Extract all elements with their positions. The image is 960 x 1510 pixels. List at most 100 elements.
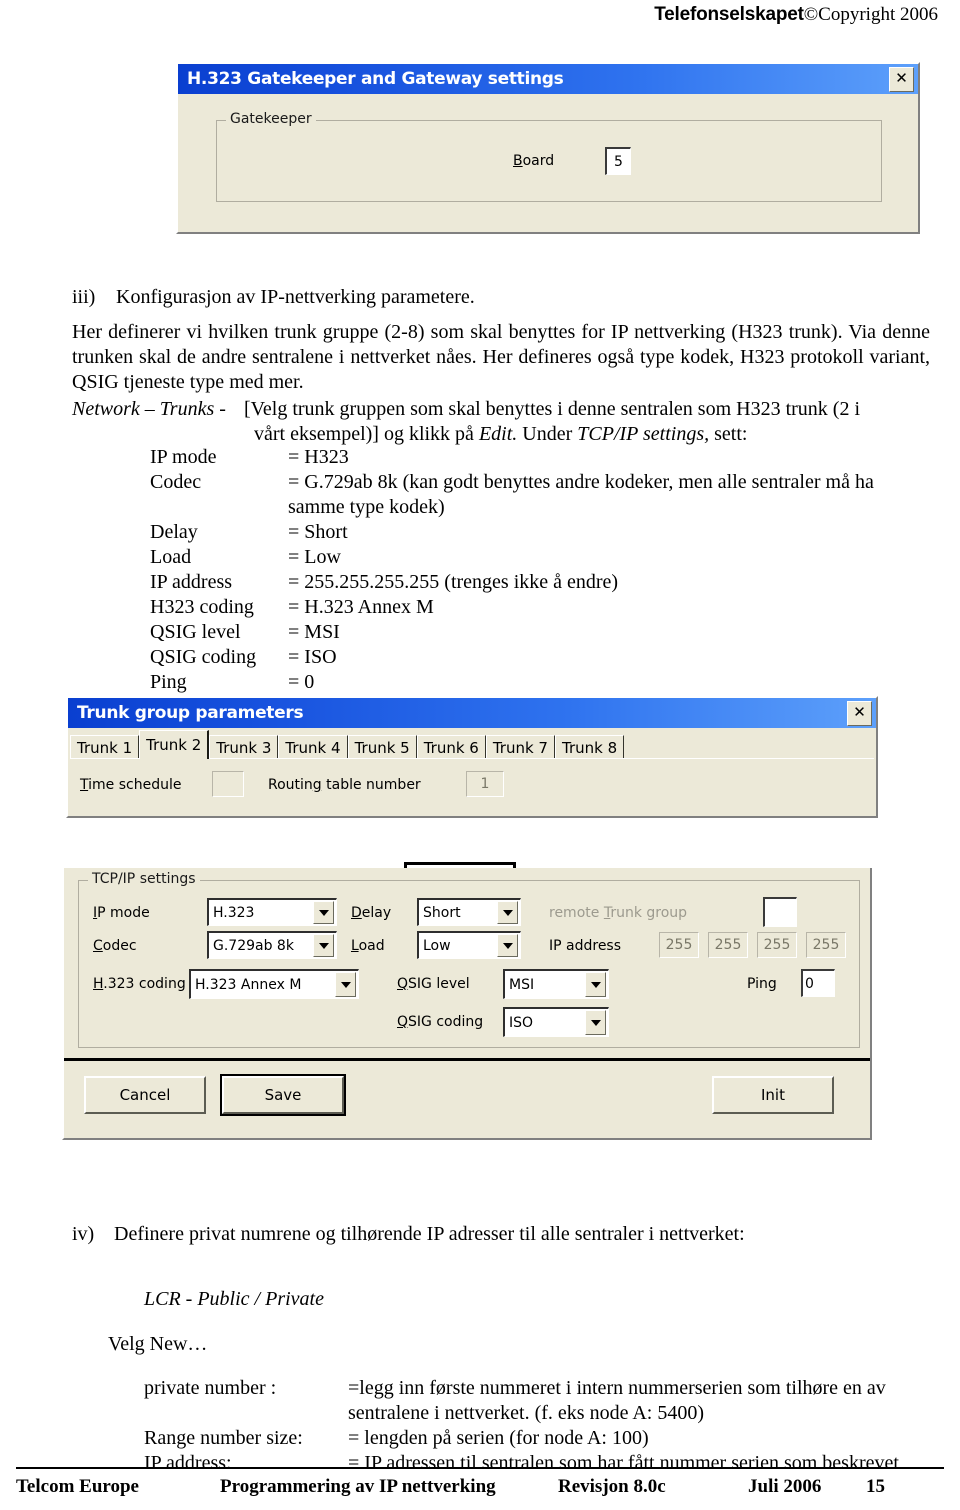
qsig-level-value: MSI: [509, 976, 535, 993]
list-item-key: private number :: [144, 1377, 277, 1399]
qsig-coding-label-text: SIG coding: [408, 1014, 484, 1030]
routing-table-input[interactable]: 1: [466, 771, 504, 797]
ip-address-octet-1[interactable]: 255: [659, 932, 699, 958]
section-iii-nav-line2: vårt eksempel)] og klikk på Edit. Under …: [254, 422, 934, 447]
param-key: Codec: [150, 471, 202, 493]
list-item: private number : =legg inn første nummer…: [144, 1376, 934, 1426]
ip-mode-select[interactable]: H.323: [207, 898, 337, 926]
close-icon[interactable]: ✕: [847, 701, 872, 726]
company-brand: Telefonselskapet: [654, 4, 804, 25]
param-value: = Low: [288, 546, 341, 568]
ping-label: Ping: [747, 976, 777, 992]
section-iii-marker: iii): [72, 286, 96, 308]
section-iii-heading: Konfigurasjon av IP-nettverking paramete…: [116, 286, 475, 308]
trunk-tab-page: Time schedule Routing table number 1: [70, 758, 874, 816]
gatekeeper-title: H.323 Gatekeeper and Gateway settings: [187, 69, 564, 89]
param-row: H323 coding = H.323 Annex M: [150, 595, 930, 620]
ip-address-octet-3[interactable]: 255: [757, 932, 797, 958]
param-key: QSIG coding: [150, 646, 257, 668]
board-input[interactable]: 5: [605, 147, 631, 175]
qsig-level-label: QSIG level: [397, 976, 470, 992]
tab-trunk-2[interactable]: Trunk 2: [139, 730, 210, 759]
ping-input[interactable]: 0: [801, 969, 835, 997]
nav-path: Network – Trunks -: [72, 398, 226, 420]
param-row: Delay = Short: [150, 520, 930, 545]
chevron-down-icon[interactable]: [585, 972, 606, 997]
param-key: H323 coding: [150, 596, 254, 618]
footer-date: Juli 2006: [748, 1476, 822, 1497]
codec-select[interactable]: G.729ab 8k: [207, 931, 337, 959]
param-row: IP address = 255.255.255.255 (trenges ik…: [150, 570, 930, 595]
chevron-down-icon[interactable]: [497, 934, 518, 957]
lcr-path: LCR - Public / Private: [144, 1287, 324, 1312]
trunk-titlebar: Trunk group parameters ✕: [68, 698, 876, 728]
footer-revision: Revisjon 8.0c: [558, 1476, 666, 1497]
ip-address-octet-4[interactable]: 255: [806, 932, 846, 958]
delay-select[interactable]: Short: [417, 898, 521, 926]
lcr-path-text: LCR - Public / Private: [144, 1288, 324, 1310]
time-schedule-input[interactable]: [212, 771, 244, 797]
chevron-down-icon[interactable]: [335, 972, 356, 997]
h323-coding-select[interactable]: H.323 Annex M: [189, 969, 359, 999]
chevron-down-icon[interactable]: [313, 901, 334, 924]
footer-doc-title: Programmering av IP nettverking: [220, 1476, 496, 1497]
list-item: IP address: = IP adressen til sentralen …: [144, 1451, 934, 1476]
param-key: IP mode: [150, 446, 217, 468]
tab-trunk-6[interactable]: Trunk 6: [416, 735, 486, 759]
param-key: QSIG level: [150, 621, 241, 643]
board-label-text: oard: [522, 153, 555, 169]
param-value: = MSI: [288, 621, 340, 643]
save-button[interactable]: Save: [220, 1074, 346, 1116]
param-value: = Short: [288, 521, 348, 543]
param-row: IP mode = H323: [150, 445, 930, 470]
page-header: Telefonselskapet©Copyright 2006: [654, 4, 938, 26]
velg-new: Velg New…: [108, 1333, 208, 1355]
cancel-button[interactable]: Cancel: [84, 1076, 206, 1114]
list-item: Range number size: = lengden på serien (…: [144, 1426, 934, 1451]
param-value: = ISO: [288, 646, 337, 668]
trunk-group-dialog: Trunk group parameters ✕ Trunk 1 Trunk 2…: [66, 696, 878, 818]
gatekeeper-group-legend: Gatekeeper: [226, 111, 316, 127]
tab-trunk-4[interactable]: Trunk 4: [278, 735, 348, 759]
param-row: QSIG coding = ISO: [150, 645, 930, 670]
tab-trunk-3[interactable]: Trunk 3: [209, 735, 279, 759]
chevron-down-icon[interactable]: [313, 934, 334, 957]
chevron-down-icon[interactable]: [585, 1010, 606, 1035]
ip-address-octet-2[interactable]: 255: [708, 932, 748, 958]
qsig-coding-select[interactable]: ISO: [503, 1007, 609, 1037]
gatekeeper-titlebar: H.323 Gatekeeper and Gateway settings ✕: [178, 64, 918, 94]
tab-trunk-5[interactable]: Trunk 5: [347, 735, 417, 759]
load-label: Load: [351, 938, 385, 954]
qsig-level-label-text: SIG level: [408, 976, 470, 992]
codec-value: G.729ab 8k: [213, 937, 294, 954]
param-row: Codec = G.729ab 8k (kan godt benyttes an…: [150, 470, 930, 520]
nav-instruction-line2c: sett:: [709, 423, 748, 445]
codec-label-text: odec: [102, 938, 137, 954]
qsig-level-select[interactable]: MSI: [503, 969, 609, 999]
init-button[interactable]: Init: [712, 1076, 834, 1114]
close-icon[interactable]: ✕: [889, 67, 914, 92]
h323-coding-label: H.323 coding: [93, 976, 186, 992]
list-item-value: = lengden på serien (for node A: 100): [348, 1427, 649, 1449]
param-key: Load: [150, 546, 192, 568]
chevron-down-icon[interactable]: [497, 901, 518, 924]
remote-trunk-group-input[interactable]: [763, 897, 797, 927]
delay-label: Delay: [351, 905, 392, 921]
trunk-title: Trunk group parameters: [77, 703, 304, 723]
time-schedule-label-text: ime schedule: [88, 777, 182, 793]
h323-coding-label-text: .323 coding: [103, 976, 186, 992]
param-row: Ping = 0: [150, 670, 930, 695]
button-bar-separator: [64, 1058, 870, 1061]
tab-trunk-7[interactable]: Trunk 7: [485, 735, 555, 759]
tab-trunk-8[interactable]: Trunk 8: [554, 735, 625, 759]
board-label: Board: [513, 153, 555, 169]
delay-label-text: elay: [361, 905, 392, 921]
nav-instruction-line1: [Velg trunk gruppen som skal benyttes i …: [244, 398, 860, 420]
load-select[interactable]: Low: [417, 931, 521, 959]
param-value: = 255.255.255.255 (trenges ikke å endre): [288, 571, 619, 593]
tab-trunk-1[interactable]: Trunk 1: [70, 735, 140, 759]
list-item-value: =legg inn første nummeret i intern numme…: [348, 1377, 886, 1424]
routing-table-label: Routing table number: [268, 777, 421, 793]
param-value: = H323: [288, 446, 349, 468]
gatekeeper-groupbox: Gatekeeper Board 5: [216, 111, 882, 202]
